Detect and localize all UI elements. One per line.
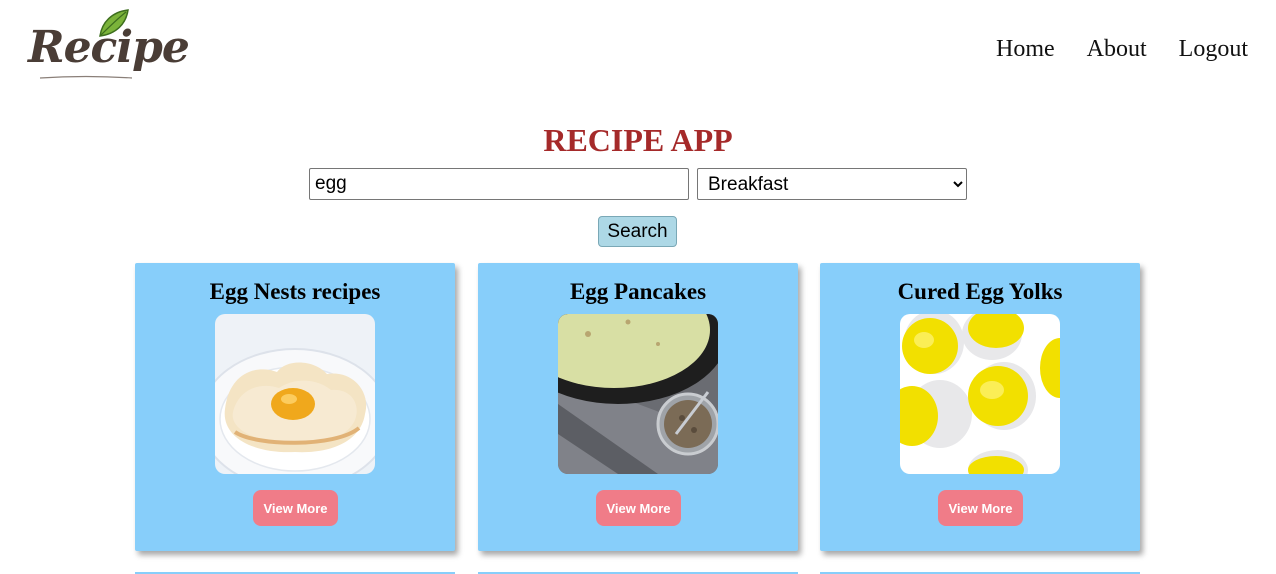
logo-underline — [39, 75, 133, 79]
view-more-button[interactable]: View More — [596, 490, 681, 526]
recipe-logo[interactable]: Recipe — [24, 8, 190, 86]
view-more-button[interactable]: View More — [253, 490, 338, 526]
cured-egg-yolk-image — [900, 314, 1060, 474]
recipe-card: Egg Pancakes View More — [478, 263, 798, 551]
search-input[interactable] — [309, 168, 689, 200]
nav-home-link[interactable]: Home — [996, 36, 1055, 63]
page: Recipe Home About Logout RECIPE APP Brea… — [0, 0, 1276, 574]
recipe-card-title: Egg Pancakes — [569, 279, 707, 304]
egg-pancake-image — [558, 314, 718, 474]
recipe-card: Egg Nests recipes View More — [135, 263, 455, 551]
nav-about-link[interactable]: About — [1087, 36, 1147, 63]
main-nav: Home About Logout — [996, 36, 1248, 63]
logo-text: Recipe — [28, 22, 190, 73]
page-title: RECIPE APP — [543, 122, 733, 158]
category-select[interactable]: Breakfast — [697, 168, 967, 200]
recipe-card: Cured Egg Yolks View More — [820, 263, 1140, 551]
egg-nest-image — [215, 314, 375, 474]
search-button[interactable]: Search — [598, 216, 677, 247]
nav-logout-link[interactable]: Logout — [1179, 36, 1248, 63]
recipe-card-title: Egg Nests recipes — [209, 279, 381, 304]
recipe-card-title: Cured Egg Yolks — [897, 279, 1063, 304]
view-more-button[interactable]: View More — [938, 490, 1023, 526]
